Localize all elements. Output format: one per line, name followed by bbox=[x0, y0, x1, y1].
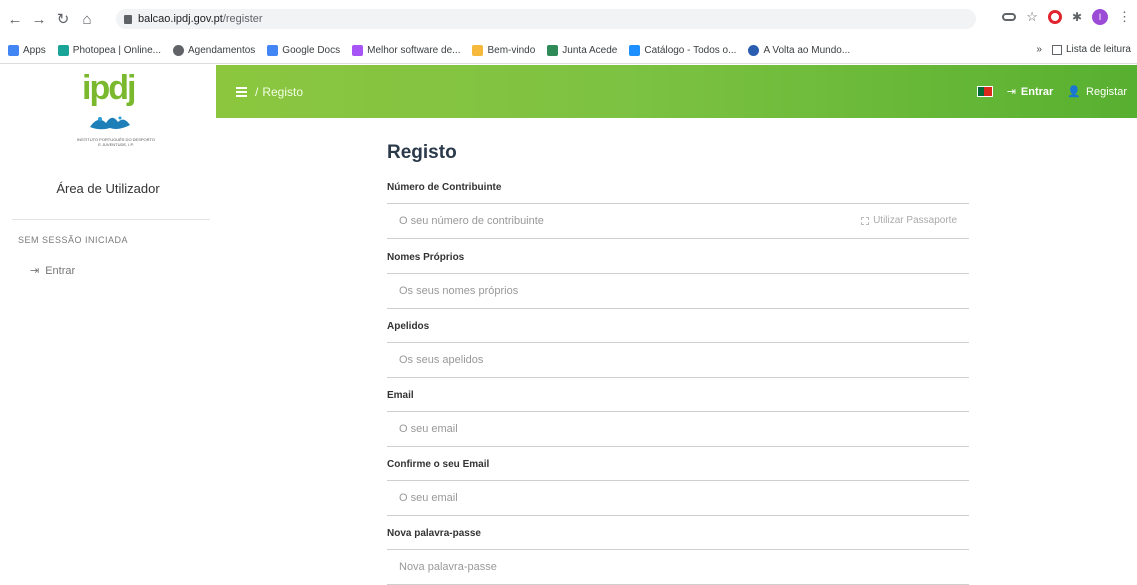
sidebar-item-label: Entrar bbox=[45, 264, 76, 277]
email-field[interactable]: O seu email bbox=[387, 411, 969, 447]
add-user-icon: 👤 bbox=[1067, 86, 1082, 98]
logo-wordmark: ipdj bbox=[82, 69, 136, 107]
forward-icon[interactable]: → bbox=[30, 10, 48, 28]
ipdj-logo[interactable]: ipdj INSTITUTO PORTUGUÊS DO DESPORTO E J… bbox=[76, 69, 156, 153]
nif-label: Número de Contribuinte bbox=[387, 182, 502, 193]
home-icon[interactable]: ⌂ bbox=[78, 10, 96, 28]
bookmark-junta-acede[interactable]: Junta Acede bbox=[547, 45, 617, 56]
bookmark-bem-vindo[interactable]: Bem-vindo bbox=[472, 45, 535, 56]
opera-extension-icon[interactable] bbox=[1047, 10, 1062, 24]
first-names-label: Nomes Próprios bbox=[387, 252, 465, 263]
sign-in-icon: ⇥ bbox=[30, 265, 40, 277]
surnames-label: Apelidos bbox=[387, 321, 430, 332]
reading-list-icon bbox=[1051, 44, 1062, 55]
profile-avatar[interactable]: I bbox=[1092, 9, 1108, 25]
globe-icon bbox=[173, 45, 185, 56]
nif-placeholder: O seu número de contribuinte bbox=[399, 215, 544, 227]
photopea-icon bbox=[57, 45, 69, 56]
bookmark-melhor-software[interactable]: Melhor software de... bbox=[352, 45, 460, 56]
sidebar-divider bbox=[12, 219, 210, 220]
more-menu-icon[interactable]: ⋮ bbox=[1118, 9, 1131, 25]
welcome-icon bbox=[472, 45, 484, 56]
register-form: Registo Número de Contribuinte O seu núm… bbox=[387, 142, 969, 585]
nif-input[interactable]: O seu número de contribuinte Utilizar Pa… bbox=[387, 203, 969, 239]
breadcrumb-separator: / bbox=[255, 84, 259, 99]
top-navbar: / Registo ⇥ Entrar 👤 Registar bbox=[216, 65, 1137, 118]
field-confirm-email: Confirme o seu Email O seu email bbox=[387, 459, 969, 516]
field-new-password: Nova palavra-passe Nova palavra-passe bbox=[387, 528, 969, 585]
key-icon[interactable] bbox=[1002, 13, 1017, 21]
surnames-placeholder: Os seus apelidos bbox=[399, 354, 484, 366]
bookmark-google-docs[interactable]: Google Docs bbox=[267, 45, 340, 56]
sign-in-icon: ⇥ bbox=[1006, 86, 1016, 98]
bookmarks-bar: Apps Photopea | Online... Agendamentos G… bbox=[0, 38, 1137, 64]
first-names-placeholder: Os seus nomes próprios bbox=[399, 285, 519, 297]
url-host: balcao.ipdj.gov.pt bbox=[138, 13, 223, 25]
new-password-label: Nova palavra-passe bbox=[387, 528, 481, 539]
new-password-field[interactable]: Nova palavra-passe bbox=[387, 549, 969, 585]
confirm-email-placeholder: O seu email bbox=[399, 492, 458, 504]
back-icon[interactable]: ← bbox=[6, 10, 24, 28]
field-first-names: Nomes Próprios Os seus nomes próprios bbox=[387, 252, 969, 309]
field-nif: Número de Contribuinte O seu número de c… bbox=[387, 182, 969, 239]
registar-link[interactable]: 👤 Registar bbox=[1067, 85, 1127, 99]
confirm-email-label: Confirme o seu Email bbox=[387, 459, 490, 470]
confirm-email-field[interactable]: O seu email bbox=[387, 480, 969, 516]
reading-list-button[interactable]: Lista de leitura bbox=[1051, 44, 1131, 55]
checkbox-icon bbox=[861, 216, 870, 225]
world-icon bbox=[748, 45, 760, 56]
surnames-input[interactable]: Os seus apelidos bbox=[387, 342, 969, 378]
field-surnames: Apelidos Os seus apelidos bbox=[387, 321, 969, 378]
field-email: Email O seu email bbox=[387, 390, 969, 447]
splash-icon bbox=[90, 116, 130, 130]
page-title: Registo bbox=[387, 142, 457, 163]
bookmark-agendamentos[interactable]: Agendamentos bbox=[173, 45, 255, 56]
bookmark-catalogo[interactable]: Catálogo - Todos o... bbox=[629, 45, 736, 56]
bookmarks-overflow-button[interactable]: » bbox=[1036, 44, 1042, 55]
registar-label: Registar bbox=[1086, 85, 1127, 98]
junta-icon bbox=[547, 45, 559, 56]
new-password-placeholder: Nova palavra-passe bbox=[399, 561, 497, 573]
use-passport-toggle[interactable]: Utilizar Passaporte bbox=[861, 215, 957, 226]
first-names-input[interactable]: Os seus nomes próprios bbox=[387, 273, 969, 309]
reload-icon[interactable]: ↻ bbox=[54, 10, 72, 28]
breadcrumb: Registo bbox=[262, 84, 304, 99]
software-icon bbox=[352, 45, 364, 56]
bookmark-apps[interactable]: Apps bbox=[8, 45, 46, 56]
bookmark-star-icon[interactable]: ☆ bbox=[1026, 9, 1038, 25]
bookmark-volta-mundo[interactable]: A Volta ao Mundo... bbox=[748, 45, 850, 56]
sidebar: ipdj INSTITUTO PORTUGUÊS DO DESPORTO E J… bbox=[0, 65, 216, 585]
lock-icon bbox=[124, 14, 132, 24]
bookmark-photopea[interactable]: Photopea | Online... bbox=[57, 45, 161, 56]
email-placeholder: O seu email bbox=[399, 423, 458, 435]
area-title: Área de Utilizador bbox=[56, 181, 160, 196]
apps-grid-icon bbox=[8, 45, 19, 56]
entrar-link[interactable]: ⇥ Entrar bbox=[1006, 85, 1054, 99]
url-path: /register bbox=[222, 13, 263, 25]
catalog-icon bbox=[629, 45, 641, 56]
sidebar-item-entrar[interactable]: ⇥ Entrar bbox=[30, 264, 76, 278]
address-bar[interactable]: balcao.ipdj.gov.pt/register bbox=[116, 9, 976, 29]
docs-icon bbox=[267, 45, 279, 56]
session-status: SEM SESSÃO INICIADA bbox=[18, 235, 129, 245]
email-label: Email bbox=[387, 390, 414, 401]
logo-subtitle: INSTITUTO PORTUGUÊS DO DESPORTO E JUVENT… bbox=[77, 137, 155, 147]
entrar-label: Entrar bbox=[1020, 85, 1054, 98]
portugal-flag-icon[interactable] bbox=[976, 86, 993, 97]
extensions-icon[interactable]: ✱ bbox=[1072, 10, 1082, 24]
browser-toolbar: ← → ↻ ⌂ balcao.ipdj.gov.pt/register ☆ ✱ … bbox=[0, 0, 1137, 38]
hamburger-menu-icon[interactable] bbox=[236, 86, 247, 97]
